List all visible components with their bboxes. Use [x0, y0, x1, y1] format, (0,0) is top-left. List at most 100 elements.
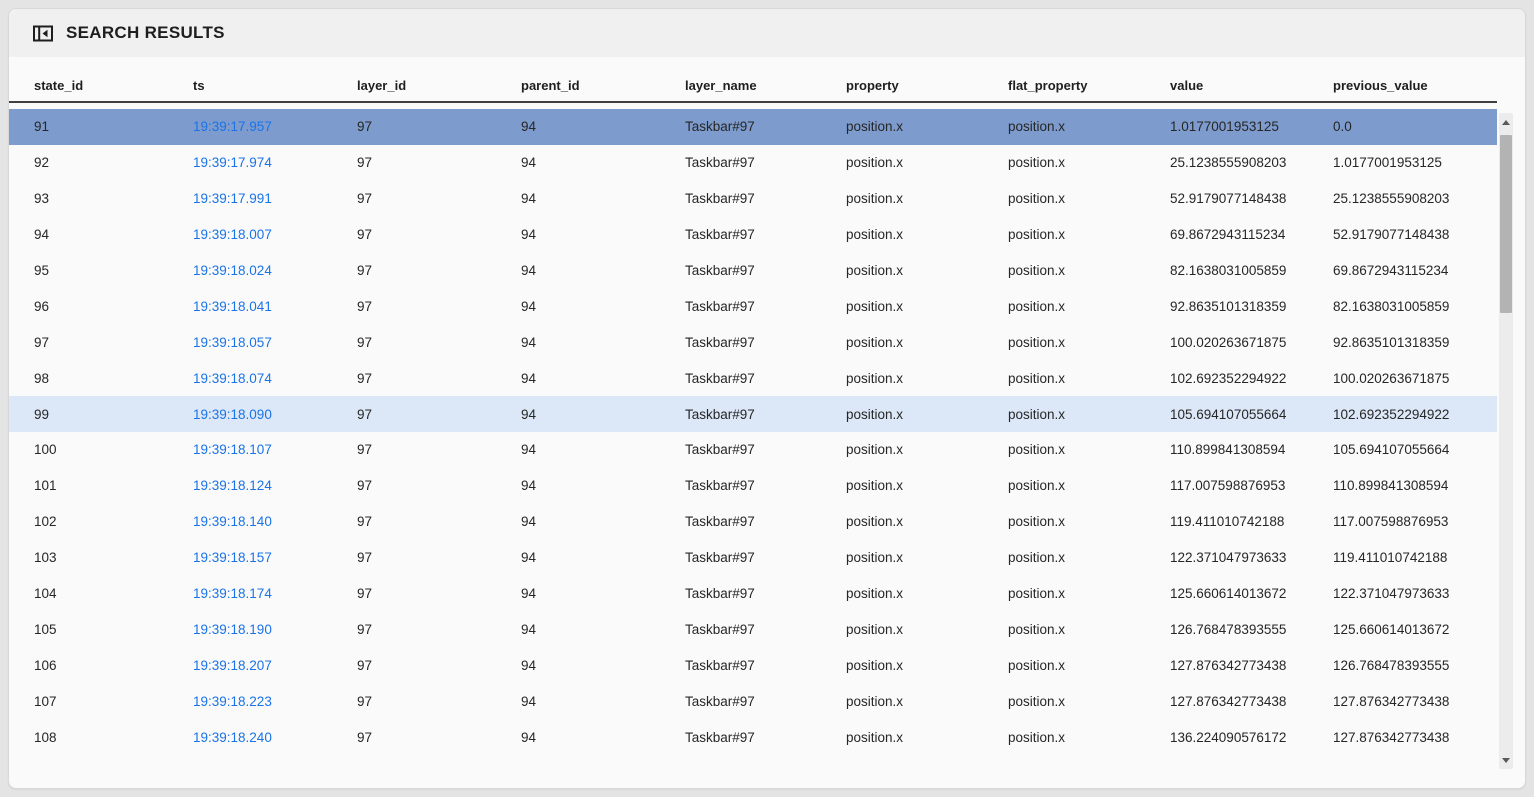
table-row[interactable]: 9719:39:18.0579794Taskbar#97position.xpo…	[9, 324, 1497, 360]
cell-ts-link[interactable]: 19:39:17.991	[193, 191, 357, 206]
cell-layer_name: Taskbar#97	[685, 155, 846, 170]
cell-property: position.x	[846, 407, 1008, 422]
table-row[interactable]: 10319:39:18.1579794Taskbar#97position.xp…	[9, 540, 1497, 576]
cell-layer_name: Taskbar#97	[685, 442, 846, 457]
column-header-state_id: state_id	[34, 78, 193, 93]
cell-ts-link[interactable]: 19:39:18.190	[193, 622, 357, 637]
cell-state_id: 98	[34, 371, 193, 386]
cell-layer_id: 97	[357, 227, 521, 242]
column-header-value: value	[1170, 78, 1333, 93]
cell-parent_id: 94	[521, 227, 685, 242]
cell-layer_name: Taskbar#97	[685, 478, 846, 493]
cell-previous_value: 117.007598876953	[1333, 514, 1497, 529]
cell-property: position.x	[846, 119, 1008, 134]
cell-ts-link[interactable]: 19:39:18.090	[193, 407, 357, 422]
cell-ts-link[interactable]: 19:39:18.140	[193, 514, 357, 529]
cell-layer_id: 97	[357, 155, 521, 170]
cell-parent_id: 94	[521, 586, 685, 601]
cell-state_id: 106	[34, 658, 193, 673]
cell-ts-link[interactable]: 19:39:17.957	[193, 119, 357, 134]
scrollbar-thumb[interactable]	[1500, 135, 1512, 313]
panel-title: SEARCH RESULTS	[66, 23, 225, 43]
column-header-property: property	[846, 78, 1008, 93]
cell-value: 126.768478393555	[1170, 622, 1333, 637]
cell-previous_value: 25.1238555908203	[1333, 191, 1497, 206]
table-row[interactable]: 10819:39:18.2409794Taskbar#97position.xp…	[9, 719, 1497, 755]
cell-ts-link[interactable]: 19:39:18.207	[193, 658, 357, 673]
cell-layer_id: 97	[357, 694, 521, 709]
cell-property: position.x	[846, 478, 1008, 493]
cell-ts-link[interactable]: 19:39:18.174	[193, 586, 357, 601]
cell-flat_property: position.x	[1008, 263, 1170, 278]
table-body: 9119:39:17.9579794Taskbar#97position.xpo…	[9, 103, 1497, 755]
cell-parent_id: 94	[521, 730, 685, 745]
table-row[interactable]: 9419:39:18.0079794Taskbar#97position.xpo…	[9, 217, 1497, 253]
cell-value: 125.660614013672	[1170, 586, 1333, 601]
cell-previous_value: 82.1638031005859	[1333, 299, 1497, 314]
cell-value: 136.224090576172	[1170, 730, 1333, 745]
cell-ts-link[interactable]: 19:39:18.024	[193, 263, 357, 278]
cell-ts-link[interactable]: 19:39:18.223	[193, 694, 357, 709]
cell-value: 119.411010742188	[1170, 514, 1333, 529]
table-row[interactable]: 9119:39:17.9579794Taskbar#97position.xpo…	[9, 109, 1497, 145]
cell-previous_value: 119.411010742188	[1333, 550, 1497, 565]
cell-ts-link[interactable]: 19:39:18.007	[193, 227, 357, 242]
cell-ts-link[interactable]: 19:39:18.107	[193, 442, 357, 457]
cell-ts-link[interactable]: 19:39:18.074	[193, 371, 357, 386]
scroll-down-icon[interactable]	[1499, 753, 1513, 767]
cell-property: position.x	[846, 442, 1008, 457]
cell-ts-link[interactable]: 19:39:18.240	[193, 730, 357, 745]
table-row[interactable]: 10619:39:18.2079794Taskbar#97position.xp…	[9, 647, 1497, 683]
table-row[interactable]: 9819:39:18.0749794Taskbar#97position.xpo…	[9, 360, 1497, 396]
table-row[interactable]: 10719:39:18.2239794Taskbar#97position.xp…	[9, 683, 1497, 719]
cell-flat_property: position.x	[1008, 694, 1170, 709]
table-row[interactable]: 10119:39:18.1249794Taskbar#97position.xp…	[9, 468, 1497, 504]
cell-previous_value: 102.692352294922	[1333, 407, 1497, 422]
cell-flat_property: position.x	[1008, 119, 1170, 134]
column-header-previous_value: previous_value	[1333, 78, 1497, 93]
cell-parent_id: 94	[521, 371, 685, 386]
table-header-row: state_id ts layer_id parent_id layer_nam…	[9, 57, 1497, 103]
cell-value: 82.1638031005859	[1170, 263, 1333, 278]
cell-ts-link[interactable]: 19:39:18.157	[193, 550, 357, 565]
cell-property: position.x	[846, 622, 1008, 637]
cell-state_id: 91	[34, 119, 193, 134]
table-row[interactable]: 9319:39:17.9919794Taskbar#97position.xpo…	[9, 181, 1497, 217]
cell-ts-link[interactable]: 19:39:18.041	[193, 299, 357, 314]
cell-value: 122.371047973633	[1170, 550, 1333, 565]
cell-flat_property: position.x	[1008, 371, 1170, 386]
cell-parent_id: 94	[521, 550, 685, 565]
cell-previous_value: 110.899841308594	[1333, 478, 1497, 493]
cell-property: position.x	[846, 263, 1008, 278]
scroll-up-icon[interactable]	[1499, 115, 1513, 129]
table-row[interactable]: 10419:39:18.1749794Taskbar#97position.xp…	[9, 576, 1497, 612]
cell-property: position.x	[846, 155, 1008, 170]
cell-ts-link[interactable]: 19:39:17.974	[193, 155, 357, 170]
cell-layer_name: Taskbar#97	[685, 371, 846, 386]
table-row[interactable]: 9619:39:18.0419794Taskbar#97position.xpo…	[9, 288, 1497, 324]
cell-parent_id: 94	[521, 263, 685, 278]
cell-ts-link[interactable]: 19:39:18.124	[193, 478, 357, 493]
cell-state_id: 102	[34, 514, 193, 529]
cell-layer_name: Taskbar#97	[685, 119, 846, 134]
table-row[interactable]: 9919:39:18.0909794Taskbar#97position.xpo…	[9, 396, 1497, 432]
cell-ts-link[interactable]: 19:39:18.057	[193, 335, 357, 350]
cell-layer_name: Taskbar#97	[685, 407, 846, 422]
cell-layer_id: 97	[357, 263, 521, 278]
cell-property: position.x	[846, 371, 1008, 386]
cell-layer_id: 97	[357, 442, 521, 457]
table-row[interactable]: 10219:39:18.1409794Taskbar#97position.xp…	[9, 504, 1497, 540]
panel-header: SEARCH RESULTS	[9, 9, 1525, 57]
vertical-scrollbar[interactable]	[1499, 113, 1513, 769]
table-row[interactable]: 10519:39:18.1909794Taskbar#97position.xp…	[9, 611, 1497, 647]
cell-property: position.x	[846, 299, 1008, 314]
cell-layer_id: 97	[357, 622, 521, 637]
cell-property: position.x	[846, 658, 1008, 673]
table-row[interactable]: 10019:39:18.1079794Taskbar#97position.xp…	[9, 432, 1497, 468]
table-row[interactable]: 9519:39:18.0249794Taskbar#97position.xpo…	[9, 253, 1497, 289]
cell-layer_id: 97	[357, 335, 521, 350]
column-header-layer_id: layer_id	[357, 78, 521, 93]
cell-value: 52.9179077148438	[1170, 191, 1333, 206]
dock-left-icon	[33, 25, 53, 42]
table-row[interactable]: 9219:39:17.9749794Taskbar#97position.xpo…	[9, 145, 1497, 181]
